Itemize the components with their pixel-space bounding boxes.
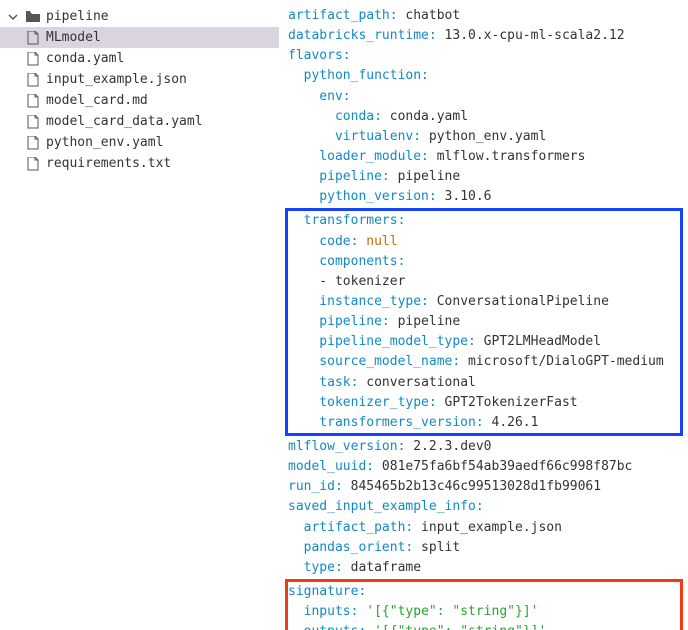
yaml-line: pipeline_model_type: GPT2LMHeadModel [288,332,680,352]
tree-folder-label: pipeline [46,9,109,24]
tree-file-label: model_card.md [46,93,148,108]
yaml-line: - tokenizer [288,272,680,292]
tree-file-model-card-md[interactable]: model_card.md [0,90,279,111]
tree-file-label: input_example.json [46,72,187,87]
yaml-line: task: conversational [288,373,680,393]
file-icon [26,94,40,108]
file-icon [26,52,40,66]
tree-file-label: requirements.txt [46,156,171,171]
yaml-line: flavors: [288,46,680,66]
tree-file-label: model_card_data.yaml [46,114,203,129]
tree-folder-root[interactable]: pipeline [0,6,279,27]
yaml-line: virtualenv: python_env.yaml [288,127,680,147]
highlight-signature-section: signature: inputs: '[{"type": "string"}]… [285,579,683,630]
tree-file-model-card-data[interactable]: model_card_data.yaml [0,111,279,132]
yaml-line: databricks_runtime: 13.0.x-cpu-ml-scala2… [288,26,680,46]
yaml-line: saved_input_example_info: [288,497,680,517]
yaml-line: env: [288,87,680,107]
yaml-line: run_id: 845465b2b13c46c99513028d1fb99061 [288,477,680,497]
yaml-line: artifact_path: chatbot [288,6,680,26]
yaml-line: mlflow_version: 2.2.3.dev0 [288,437,680,457]
tree-file-input-example[interactable]: input_example.json [0,69,279,90]
tree-file-mlmodel[interactable]: MLmodel [0,27,279,48]
yaml-line: python_version: 3.10.6 [288,187,680,207]
file-icon [26,31,40,45]
yaml-line: pipeline: pipeline [288,312,680,332]
file-icon [26,136,40,150]
file-icon [26,157,40,171]
yaml-line: artifact_path: input_example.json [288,518,680,538]
yaml-line: pandas_orient: split [288,538,680,558]
tree-file-label: python_env.yaml [46,135,163,150]
yaml-viewer: artifact_path: chatbot databricks_runtim… [280,0,688,630]
folder-icon [26,10,40,24]
yaml-line: signature: [288,582,680,602]
yaml-line: transformers_version: 4.26.1 [288,413,680,433]
chevron-down-icon [6,10,20,24]
yaml-line: loader_module: mlflow.transformers [288,147,680,167]
yaml-line: source_model_name: microsoft/DialoGPT-me… [288,352,680,372]
tree-file-label: conda.yaml [46,51,124,66]
yaml-line: conda: conda.yaml [288,107,680,127]
tree-file-label: MLmodel [46,30,101,45]
yaml-line: type: dataframe [288,558,680,578]
file-icon [26,73,40,87]
yaml-line: pipeline: pipeline [288,167,680,187]
tree-file-conda[interactable]: conda.yaml [0,48,279,69]
tree-file-python-env[interactable]: python_env.yaml [0,132,279,153]
yaml-line: model_uuid: 081e75fa6bf54ab39aedf66c998f… [288,457,680,477]
file-icon [26,115,40,129]
yaml-line: outputs: '[{"type": "string"}]' [288,622,680,630]
yaml-line: tokenizer_type: GPT2TokenizerFast [288,393,680,413]
yaml-line: python_function: [288,66,680,86]
yaml-line: components: [288,252,680,272]
yaml-line: instance_type: ConversationalPipeline [288,292,680,312]
highlight-transformers-section: transformers: code: null components: - t… [285,208,683,436]
tree-file-requirements[interactable]: requirements.txt [0,153,279,174]
file-tree-sidebar: pipeline MLmodel conda.yaml input_exampl… [0,0,280,630]
yaml-line: inputs: '[{"type": "string"}]' [288,602,680,622]
yaml-line: transformers: [288,211,680,231]
yaml-line: code: null [288,232,680,252]
